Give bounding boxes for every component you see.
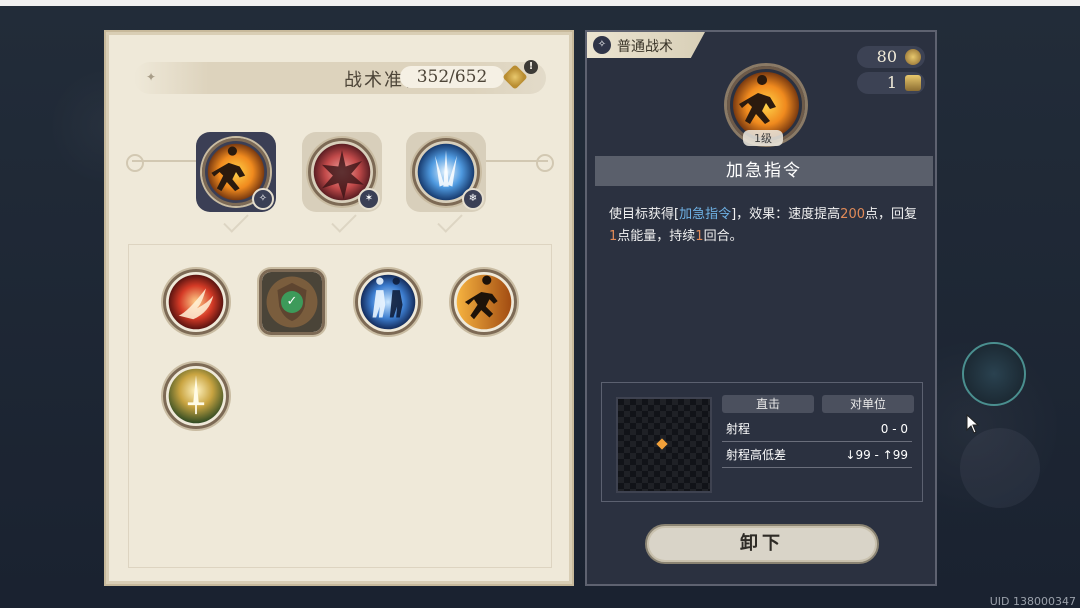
mouse-cursor-icon	[966, 414, 980, 434]
desc-text: 使目标获得[	[609, 207, 680, 222]
unequip-button[interactable]: 卸下	[645, 524, 879, 564]
target-type-chip: 对单位	[822, 395, 914, 413]
attack-type-chip: 直击	[722, 395, 814, 413]
sprinting-figure-icon[interactable]	[451, 269, 517, 335]
side-orb-button[interactable]	[962, 342, 1026, 406]
bullet-icon: ✦	[146, 70, 157, 84]
desc-text: 点能量，持续	[617, 229, 696, 244]
holy-sword-icon[interactable]	[163, 363, 229, 429]
tactics-prep-panel: ✦ 战术准备 352/652 ! ✧ ✶ ❄ ✓	[104, 30, 574, 586]
faint-background-button	[960, 428, 1040, 508]
duration-value: 1	[695, 229, 704, 244]
slot-badge-icon: ✶	[358, 188, 380, 210]
range-value: 0 - 0	[880, 422, 908, 436]
speed-value: 200	[840, 207, 865, 222]
height-diff-value: ↓99 - ↑99	[845, 448, 908, 462]
right-ornament	[478, 154, 554, 172]
slot-badge-icon: ❄	[462, 188, 484, 210]
skill-type-label: 普通战术	[617, 39, 673, 55]
prep-capacity: 352/652	[400, 66, 504, 88]
target-marker-icon	[656, 438, 668, 450]
equip-slot-2[interactable]: ✶	[302, 132, 382, 212]
range-row: 射程 0 - 0	[722, 417, 912, 442]
cost-gem-icon	[905, 49, 921, 65]
skill-name: 加急指令	[595, 156, 933, 186]
desc-text: 点，回复	[865, 207, 918, 222]
equip-slot-1[interactable]: ✧	[196, 132, 276, 212]
cost-pill: 80	[857, 46, 925, 68]
range-info-box: 直击 对单位 射程 0 - 0 射程高低差 ↓99 - ↑99	[601, 382, 923, 502]
height-diff-label: 射程高低差	[726, 448, 787, 462]
skill-detail-panel: ✧ 普通战术 80 1 1级 加急指令 使目标获得[加急指令]，效果：速度提高2…	[585, 30, 937, 586]
range-grid	[616, 397, 712, 493]
height-diff-row: 射程高低差 ↓99 - ↑99	[722, 443, 912, 468]
range-label: 射程	[726, 422, 751, 436]
skill-description: 使目标获得[加急指令]，效果：速度提高200点，回复1点能量，持续1回合。	[609, 204, 925, 248]
equipped-check-icon: ✓	[281, 291, 303, 313]
slot-badge-icon: ✧	[252, 188, 274, 210]
uid-label: UID 138000347	[989, 595, 1076, 608]
desc-text: 回合。	[703, 229, 743, 244]
left-ornament	[126, 154, 202, 172]
prep-header: ✦ 战术准备 352/652 !	[134, 60, 546, 94]
info-alert-icon[interactable]: !	[524, 60, 538, 74]
skill-level: 1级	[743, 130, 783, 146]
flame-burst-icon[interactable]	[163, 269, 229, 335]
hourglass-icon	[905, 75, 921, 91]
desc-text: ]，效果：速度提高	[731, 207, 841, 222]
cost-value: 80	[876, 47, 897, 66]
cooldown-value: 1	[886, 73, 897, 92]
skill-type-tag: ✧ 普通战术	[587, 32, 705, 58]
equip-slot-3[interactable]: ❄	[406, 132, 486, 212]
skill-pool: ✓	[128, 244, 552, 568]
tactic-type-icon: ✧	[593, 36, 611, 54]
buff-link[interactable]: 加急指令	[679, 207, 731, 222]
cooldown-pill: 1	[857, 72, 925, 94]
twin-figures-icon[interactable]	[355, 269, 421, 335]
